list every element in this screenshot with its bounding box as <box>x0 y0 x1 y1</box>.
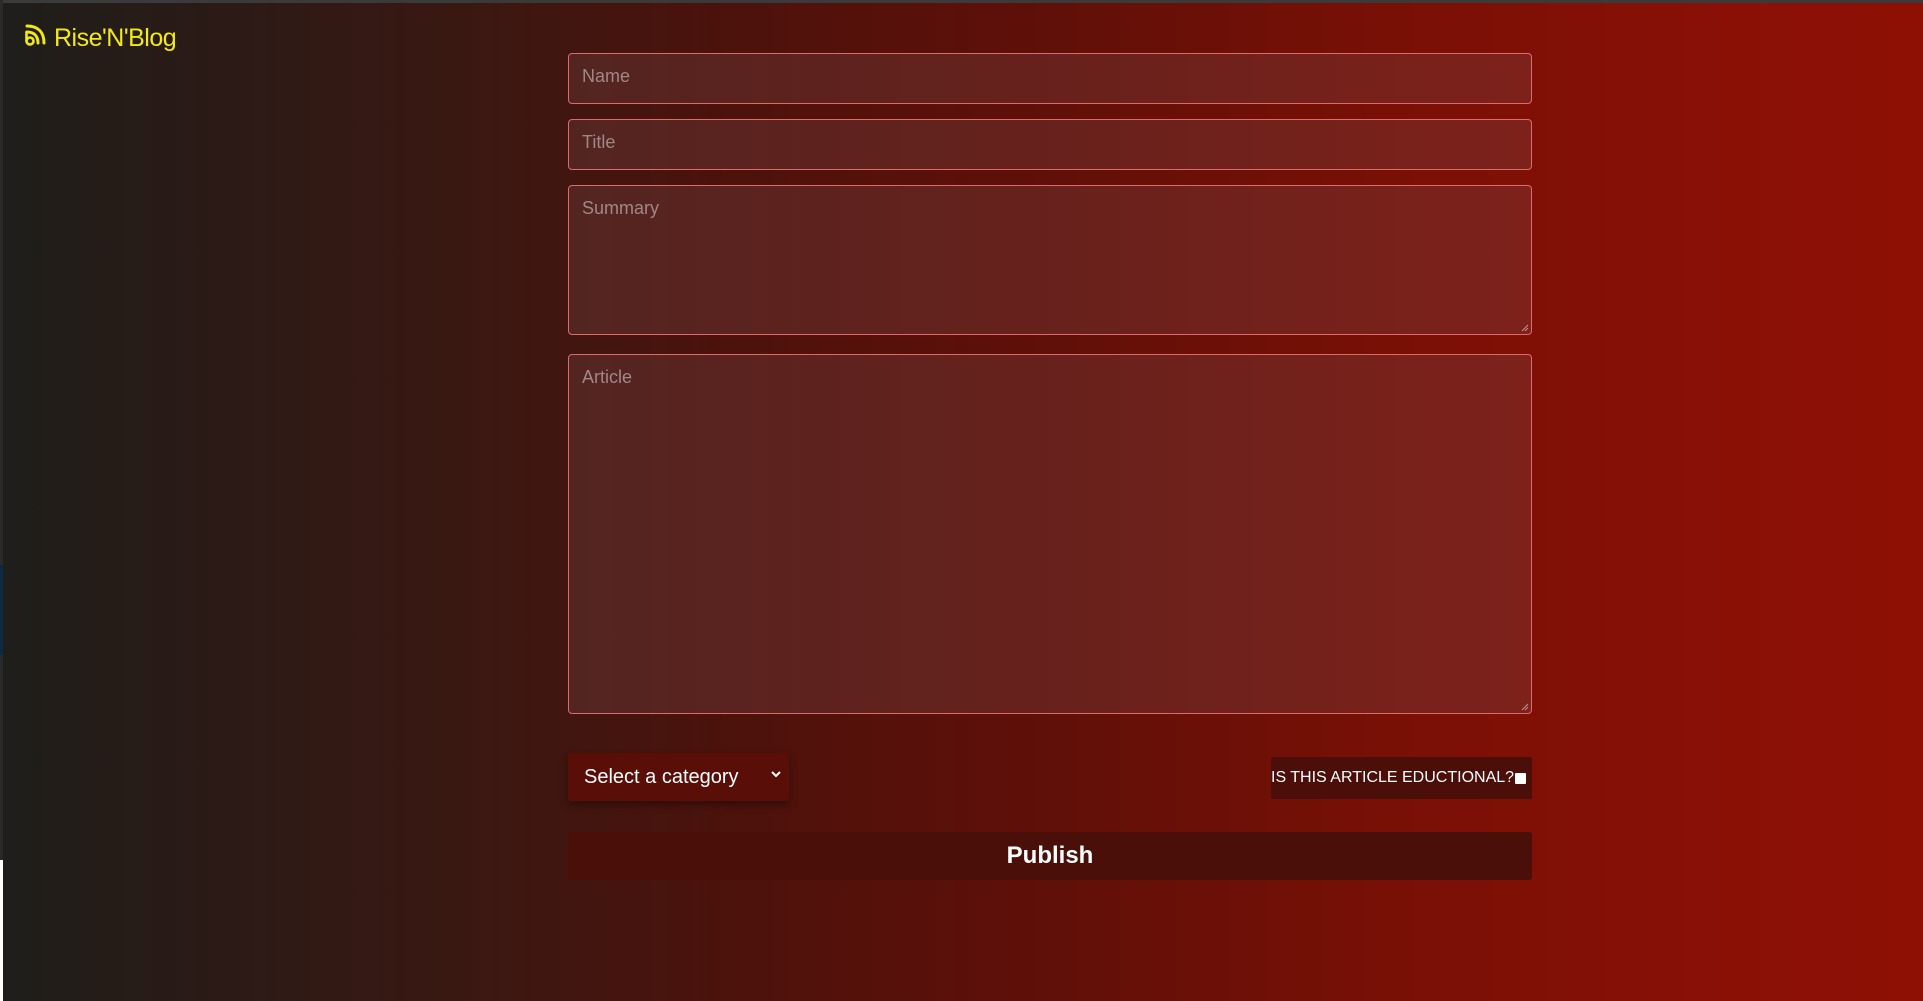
article-placeholder: Article <box>582 367 633 387</box>
rss-feed-icon <box>22 22 48 55</box>
category-select-value: Select a category <box>584 765 739 788</box>
resize-handle-icon[interactable] <box>1521 703 1529 711</box>
title-input[interactable]: Title <box>568 119 1532 170</box>
left-edge-strip <box>0 860 3 1001</box>
brand-logo[interactable]: Rise'N'Blog <box>22 22 177 55</box>
window-top-border <box>0 0 1923 3</box>
brand-name: Rise'N'Blog <box>54 24 177 52</box>
article-textarea[interactable]: Article <box>568 354 1532 714</box>
summary-textarea[interactable]: Summary <box>568 185 1532 335</box>
name-placeholder: Name <box>582 66 631 86</box>
educational-label: IS THIS ARTICLE EDUCTIONAL? <box>1271 769 1515 786</box>
summary-placeholder: Summary <box>582 198 660 218</box>
publish-label: Publish <box>1006 842 1094 869</box>
educational-checkbox[interactable] <box>1515 773 1526 784</box>
resize-handle-icon[interactable] <box>1521 324 1529 332</box>
chevron-down-icon <box>771 771 781 778</box>
window-left-border <box>0 0 3 1001</box>
title-placeholder: Title <box>582 132 616 152</box>
educational-toggle[interactable]: IS THIS ARTICLE EDUCTIONAL? <box>1271 757 1532 799</box>
name-input[interactable]: Name <box>568 53 1532 104</box>
left-edge-accent <box>0 565 3 655</box>
publish-button[interactable]: Publish <box>568 832 1532 880</box>
category-select[interactable]: Select a category <box>568 753 789 801</box>
